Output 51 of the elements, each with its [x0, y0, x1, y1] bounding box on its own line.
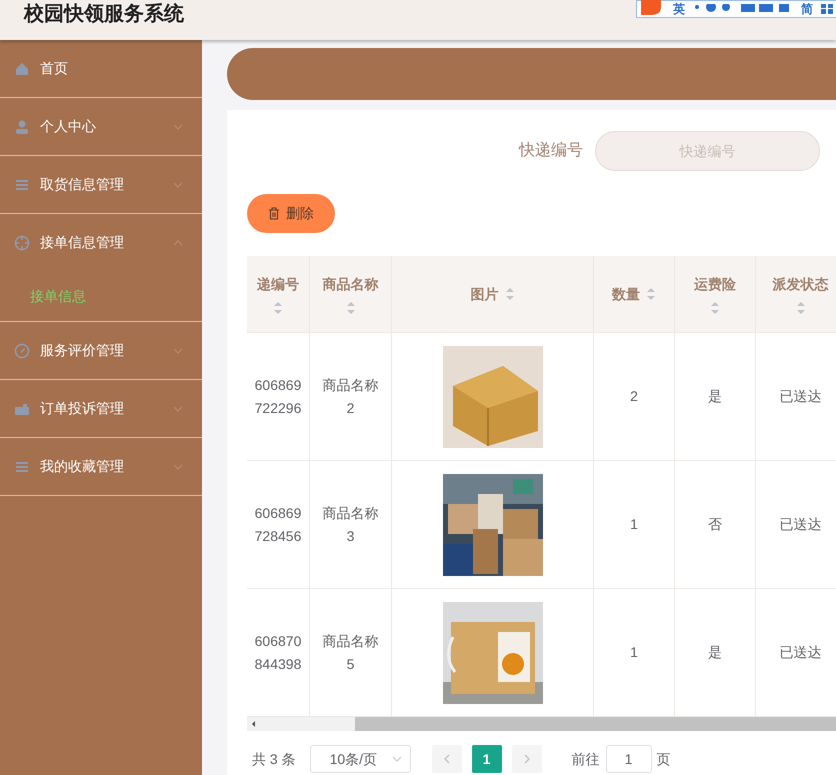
table-cell: 已送达 — [756, 589, 836, 716]
goto-label: 前往 — [572, 750, 600, 768]
search-label: 快递编号 — [519, 140, 583, 161]
table-cell: 606870844398 — [247, 589, 310, 716]
column-header[interactable]: 商品名称 — [310, 256, 392, 332]
table-cell: 是 — [675, 333, 756, 460]
table-cell: 否 — [675, 461, 756, 588]
page-suffix: 页 — [656, 750, 671, 768]
app-title: 校园快领服务系统 — [24, 2, 184, 27]
home-icon — [14, 60, 30, 76]
sidebar-item[interactable]: 我的收藏管理 — [0, 438, 202, 495]
user-icon — [14, 118, 30, 134]
table-cell: 2 — [594, 333, 675, 460]
sidebar-item[interactable]: 取货信息管理 — [0, 156, 202, 213]
page-button[interactable]: 1 — [472, 745, 502, 773]
chevron-right-icon — [522, 754, 531, 764]
table-cell: 606869728456 — [247, 461, 310, 588]
sidebar-item[interactable]: 服务评价管理 — [0, 322, 202, 379]
column-header[interactable]: 运费险 — [675, 256, 756, 332]
target-icon — [14, 234, 30, 250]
chevron-down-icon — [392, 754, 402, 764]
table-cell: 已送达 — [756, 333, 836, 460]
column-header[interactable]: 派发状态 — [756, 256, 836, 332]
table-cell: 1 — [594, 589, 675, 716]
delete-button[interactable]: 删除 — [247, 194, 335, 233]
ime-script[interactable]: 简 — [801, 3, 813, 15]
sidebar-item[interactable]: 首页 — [0, 40, 202, 97]
table-cell: 已送达 — [756, 461, 836, 588]
page-input[interactable]: 1 — [606, 745, 652, 773]
sidebar-item[interactable]: 接单信息管理 — [0, 214, 202, 271]
ime-grid-icon[interactable] — [821, 4, 833, 14]
table-cell: 是 — [675, 589, 756, 716]
table-cell: 商品名称3 — [310, 461, 392, 588]
table-cell: 1 — [594, 461, 675, 588]
table-cell: 商品名称2 — [310, 333, 392, 460]
ime-mode[interactable]: 英 — [673, 3, 685, 15]
trash-icon — [268, 207, 280, 220]
total-count: 共 3 条 — [252, 750, 296, 768]
sidebar-item[interactable]: 订单投诉管理 — [0, 380, 202, 437]
sidebar-item[interactable]: 个人中心 — [0, 98, 202, 155]
compass-icon — [14, 342, 30, 358]
page-size-select[interactable]: 10条/页 — [310, 745, 411, 773]
submenu-item[interactable]: 接单信息 — [0, 271, 202, 321]
chevron-left-icon — [442, 754, 451, 764]
column-header[interactable]: 图片 — [392, 256, 594, 332]
column-header[interactable]: 递编号 — [247, 256, 310, 332]
column-header[interactable]: 数量 — [594, 256, 675, 332]
table-cell: 商品名称5 — [310, 589, 392, 716]
table-cell: 606869722296 — [247, 333, 310, 460]
horizontal-scrollbar[interactable] — [247, 717, 836, 731]
ime-tool-icon[interactable] — [693, 4, 733, 14]
